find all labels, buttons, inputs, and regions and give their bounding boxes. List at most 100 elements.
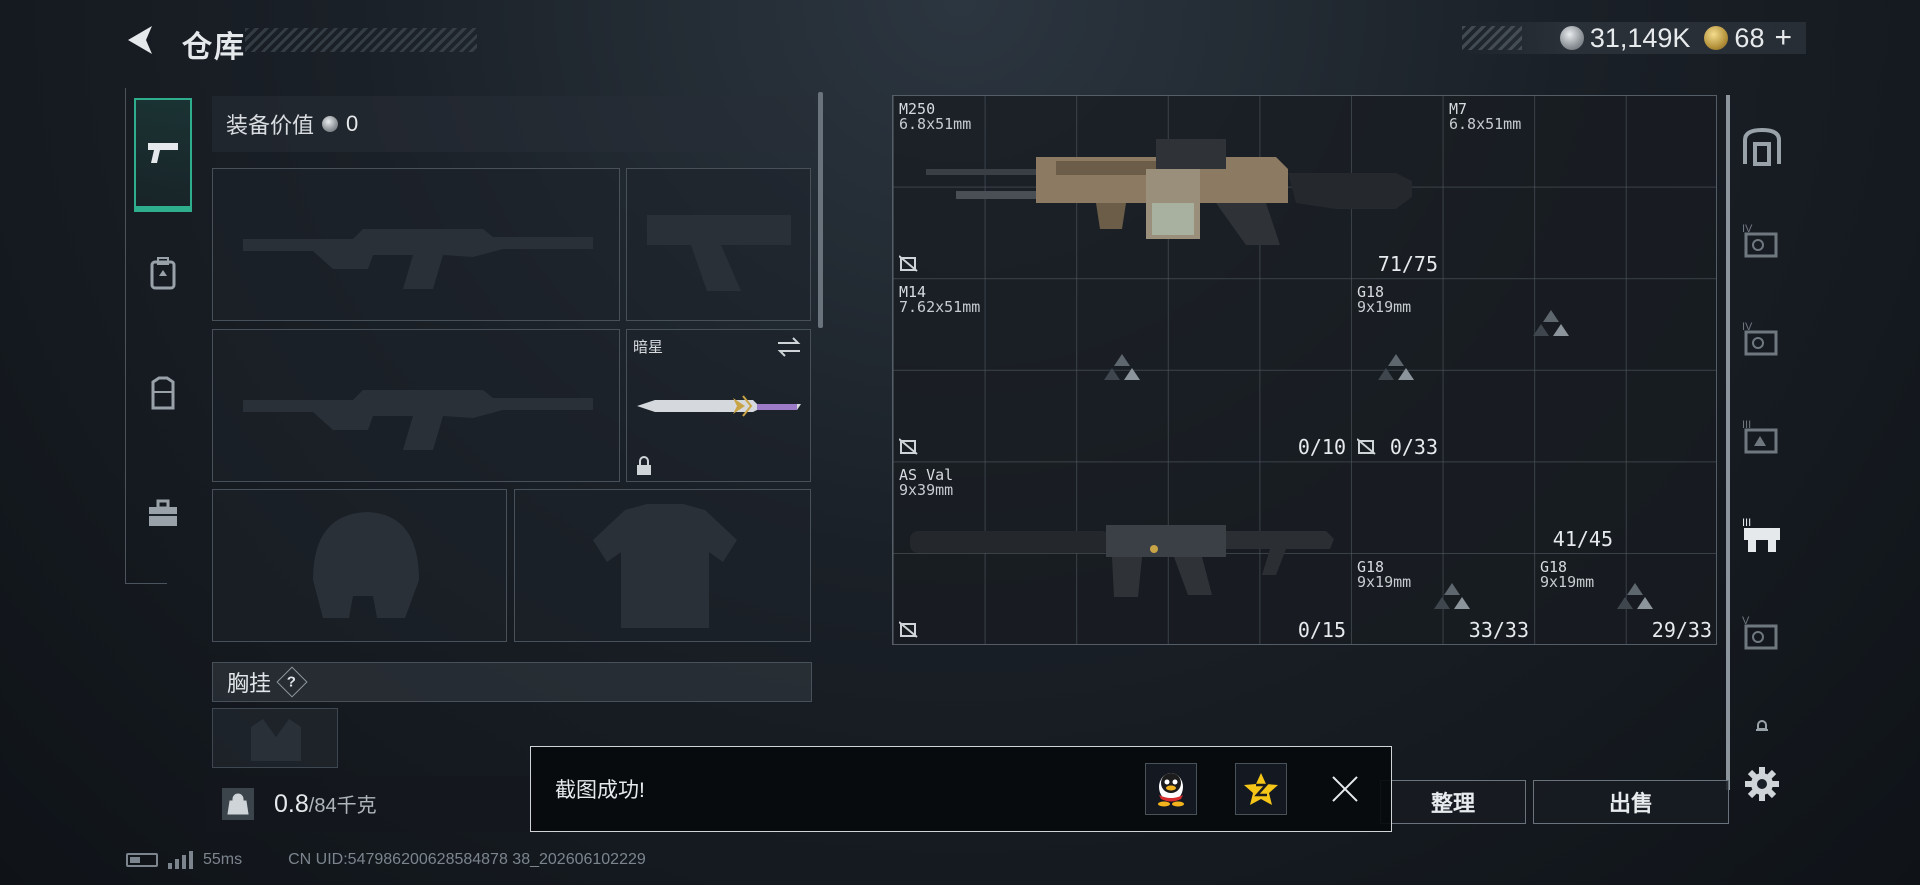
screenshot-toast: 截图成功! — [530, 746, 1392, 832]
qq-penguin-icon — [1158, 773, 1184, 807]
loading-icon — [1434, 583, 1470, 609]
page-title: 仓库 — [182, 31, 246, 64]
loading-icon — [1378, 354, 1414, 380]
chest-rig-slot[interactable] — [212, 708, 338, 768]
storage-item-as-val[interactable]: AS Val 9x39mm 0/15 — [893, 462, 1351, 645]
no-ammo-icon — [1357, 438, 1376, 455]
swap-icon[interactable] — [776, 336, 802, 358]
currency-decoration — [1462, 26, 1522, 50]
armor-slot[interactable] — [514, 489, 811, 642]
sort-button[interactable]: 整理 — [1380, 780, 1526, 824]
melee-slot[interactable]: 暗星 — [626, 329, 811, 482]
container-tier3-button[interactable]: III — [1738, 414, 1786, 462]
ping-value: 55ms — [203, 851, 243, 868]
storage-item-g18[interactable]: G18 9x19mm 0/33 — [1351, 279, 1443, 462]
share-qzone-button[interactable] — [1235, 763, 1287, 815]
settings-button[interactable] — [1738, 760, 1786, 808]
close-icon[interactable] — [1325, 769, 1365, 809]
lock-icon — [637, 456, 651, 475]
help-button[interactable]: ? — [276, 666, 308, 698]
title-decoration — [245, 28, 477, 52]
item-ammo-count: 0/10 — [1297, 435, 1346, 459]
chest-rig-silhouette-icon — [251, 719, 301, 761]
currency-bar: 31,149K 68 + — [1462, 21, 1806, 55]
sell-button[interactable]: 出售 — [1533, 780, 1729, 824]
item-ammo-count: 0/15 — [1297, 618, 1346, 642]
container-icon: IV — [1742, 321, 1778, 356]
signal-icon — [168, 851, 193, 869]
helmet-silhouette-icon — [313, 512, 419, 618]
container-tier4-button[interactable]: IV — [1738, 218, 1786, 266]
no-ammo-icon — [899, 255, 918, 272]
storage-item-m14[interactable]: M14 7.62x51mm 0/10 — [893, 279, 1351, 462]
storage-item-g18[interactable]: G18 9x19mm 29/33 — [1534, 554, 1717, 645]
weight-icon — [222, 788, 254, 820]
item-ammo-count: 71/75 — [1377, 252, 1438, 276]
tab-armor[interactable] — [134, 338, 192, 448]
item-ammo-count: 0/33 — [1389, 435, 1438, 459]
loading-icon — [1617, 583, 1653, 609]
primary-weapon-slot-2[interactable] — [212, 329, 620, 482]
equipment-value-row: 装备价值 0 — [212, 96, 815, 152]
battery-icon — [126, 853, 158, 867]
bell-icon — [1756, 720, 1768, 731]
weight-current: 0.8 — [274, 790, 309, 818]
tab-weapons[interactable] — [134, 98, 192, 212]
loading-icon — [1104, 354, 1140, 380]
help-icon: ? — [287, 673, 297, 691]
tab-toolbox[interactable] — [134, 458, 192, 568]
bell-button[interactable] — [1738, 714, 1786, 738]
right-rail-scrollbar[interactable] — [1726, 95, 1730, 790]
equipment-value-label: 装备价值 — [226, 113, 315, 138]
pistol-icon — [148, 143, 178, 163]
item-caliber: 9x19mm — [1357, 573, 1412, 591]
item-caliber: 6.8x51mm — [1449, 115, 1522, 133]
silver-coin-icon — [1559, 26, 1584, 50]
silver-amount: 31,149K — [1589, 22, 1691, 53]
storage-item-ammo-stack[interactable]: 41/45 — [1443, 462, 1626, 554]
toolbox-icon — [149, 499, 177, 526]
container-tier3-active-button[interactable]: III — [1738, 512, 1786, 560]
safe-box-button[interactable] — [1738, 122, 1786, 170]
share-qq-button[interactable] — [1145, 763, 1197, 815]
back-arrow-icon — [128, 26, 152, 54]
chest-rig-label: 胸挂 — [227, 671, 272, 696]
container-icon: III — [1742, 419, 1778, 454]
melee-name: 暗星 — [633, 339, 664, 356]
pistol-silhouette-icon — [647, 215, 791, 291]
storage-item-m250[interactable]: M250 6.8x51mm 71/75 — [893, 96, 1443, 279]
no-ammo-icon — [899, 621, 918, 638]
no-ammo-icon — [899, 438, 918, 455]
tab-backpack[interactable] — [134, 218, 192, 328]
back-button[interactable] — [122, 22, 158, 58]
item-caliber: 7.62x51mm — [899, 298, 981, 316]
item-caliber: 9x39mm — [899, 481, 954, 499]
qzone-star-icon — [1244, 773, 1278, 805]
container-tier5-button[interactable]: V — [1738, 610, 1786, 658]
safe-box-icon — [1743, 127, 1781, 166]
item-caliber: 9x19mm — [1357, 298, 1412, 316]
container-icon: III — [1742, 517, 1780, 552]
svg-text:III: III — [1742, 517, 1751, 529]
helmet-slot[interactable] — [212, 489, 507, 642]
gold-amount: 68 — [1734, 22, 1765, 53]
silver-coin-icon — [322, 116, 339, 132]
item-ammo-count: 33/33 — [1468, 618, 1529, 642]
storage-item-g18[interactable]: G18 9x19mm 33/33 — [1351, 554, 1534, 645]
loading-icon — [1533, 310, 1569, 336]
storage-item-m7[interactable]: M7 6.8x51mm — [1443, 96, 1718, 279]
container-icon: IV — [1742, 223, 1778, 258]
chest-rig-header: 胸挂 ? — [212, 662, 812, 702]
equipment-scrollbar[interactable] — [818, 92, 823, 328]
primary-weapon-slot-1[interactable] — [212, 168, 620, 321]
backpack-icon — [150, 257, 176, 290]
pistol-slot[interactable] — [626, 168, 811, 321]
gear-icon — [1745, 767, 1779, 801]
vest-icon — [151, 376, 175, 410]
rifle-silhouette-icon — [243, 390, 593, 450]
add-currency-button[interactable]: + — [1774, 21, 1792, 55]
kettlebell-icon — [227, 793, 249, 815]
user-uid: CN UID:547986200628584878 38_20260610222… — [288, 851, 646, 868]
gold-coin-icon — [1704, 26, 1729, 50]
container-tier4-button-2[interactable]: IV — [1738, 316, 1786, 364]
